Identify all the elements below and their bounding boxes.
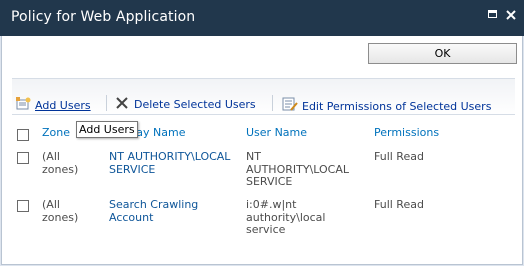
toolbar-separator (272, 95, 273, 111)
add-users-button[interactable]: Add Users (16, 97, 91, 114)
dialog-title: Policy for Web Application (11, 9, 196, 25)
user-name-cell: NT AUTHORITY\LOCAL SERVICE (246, 150, 349, 189)
x-delete-icon (116, 97, 128, 112)
user-name-cell: i:0#.w|nt authority\local service (246, 198, 325, 237)
permissions-cell: Full Read (374, 198, 424, 211)
ok-button[interactable]: OK (368, 43, 517, 64)
edit-permissions-button[interactable]: Edit Permissions of Selected Users (282, 97, 491, 115)
zone-cell: (All zones) (42, 150, 79, 176)
user-name-line: SERVICE (246, 175, 293, 188)
add-users-label: Add Users (35, 99, 91, 112)
column-header-zone[interactable]: Zone (42, 126, 70, 139)
user-name-line: i:0#.w|nt (246, 198, 297, 211)
divider (12, 114, 515, 115)
add-users-icon (16, 97, 32, 114)
tooltip: Add Users (76, 121, 138, 138)
row-checkbox[interactable] (17, 200, 29, 212)
display-name-line: Account (109, 210, 154, 224)
permissions-cell: Full Read (374, 150, 424, 163)
display-name-line: SERVICE (109, 162, 156, 176)
close-icon[interactable] (504, 8, 518, 22)
zone-line: zones) (42, 162, 79, 176)
delete-users-label: Delete Selected Users (134, 98, 256, 111)
user-name-line: NT (246, 150, 261, 163)
user-name-line: service (246, 223, 286, 236)
display-name-line: Search Crawling (109, 198, 199, 211)
zone-line: (All (42, 198, 60, 211)
toolbar: Add Users Delete Selected Users Edit Per… (12, 78, 515, 115)
display-name-link[interactable]: NT AUTHORITY\LOCAL SERVICE (109, 150, 231, 176)
delete-users-button[interactable]: Delete Selected Users (116, 97, 256, 112)
display-name-link[interactable]: Search Crawling Account (109, 198, 199, 224)
display-name-line: NT AUTHORITY\LOCAL (109, 150, 231, 163)
column-header-user-name[interactable]: User Name (246, 126, 307, 139)
column-header-permissions[interactable]: Permissions (374, 126, 439, 139)
zone-line: zones) (42, 210, 79, 224)
edit-permissions-label: Edit Permissions of Selected Users (302, 99, 492, 113)
toolbar-separator (106, 95, 107, 111)
zone-cell: (All zones) (42, 198, 79, 224)
edit-permissions-icon (282, 97, 298, 115)
row-checkbox[interactable] (17, 152, 29, 164)
maximize-icon[interactable] (486, 8, 500, 22)
select-all-checkbox[interactable] (17, 129, 29, 141)
zone-line: (All (42, 150, 60, 163)
dialog-titlebar: Policy for Web Application (0, 0, 524, 36)
